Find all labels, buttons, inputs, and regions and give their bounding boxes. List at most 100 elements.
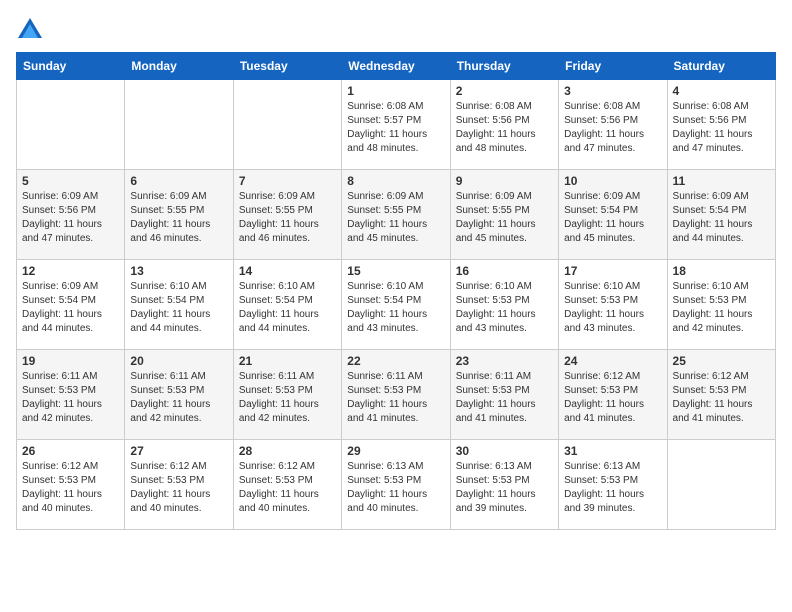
day-cell: 18 Sunrise: 6:10 AM Sunset: 5:53 PM Dayli… bbox=[667, 260, 775, 350]
day-cell: 1 Sunrise: 6:08 AM Sunset: 5:57 PM Daylig… bbox=[342, 80, 450, 170]
day-cell: 27 Sunrise: 6:12 AM Sunset: 5:53 PM Dayli… bbox=[125, 440, 233, 530]
day-number: 16 bbox=[456, 264, 553, 278]
week-row-2: 5 Sunrise: 6:09 AM Sunset: 5:56 PM Daylig… bbox=[17, 170, 776, 260]
day-info: Sunrise: 6:08 AM Sunset: 5:56 PM Dayligh… bbox=[564, 100, 661, 156]
day-cell: 8 Sunrise: 6:09 AM Sunset: 5:55 PM Daylig… bbox=[342, 170, 450, 260]
day-info: Sunrise: 6:12 AM Sunset: 5:53 PM Dayligh… bbox=[673, 370, 770, 426]
day-number: 12 bbox=[22, 264, 119, 278]
day-cell: 13 Sunrise: 6:10 AM Sunset: 5:54 PM Dayli… bbox=[125, 260, 233, 350]
day-info: Sunrise: 6:12 AM Sunset: 5:53 PM Dayligh… bbox=[239, 460, 336, 516]
col-header-monday: Monday bbox=[125, 53, 233, 80]
day-cell: 29 Sunrise: 6:13 AM Sunset: 5:53 PM Dayli… bbox=[342, 440, 450, 530]
col-header-thursday: Thursday bbox=[450, 53, 558, 80]
day-number: 22 bbox=[347, 354, 444, 368]
day-number: 18 bbox=[673, 264, 770, 278]
day-cell: 28Sunrise: 6:12 AM Sunset: 5:53 PM Dayli… bbox=[233, 440, 341, 530]
day-info: Sunrise: 6:10 AM Sunset: 5:54 PM Dayligh… bbox=[347, 280, 444, 336]
col-header-friday: Friday bbox=[559, 53, 667, 80]
day-number: 9 bbox=[456, 174, 553, 188]
day-cell: 19Sunrise: 6:11 AM Sunset: 5:53 PM Dayli… bbox=[17, 350, 125, 440]
day-info: Sunrise: 6:13 AM Sunset: 5:53 PM Dayligh… bbox=[456, 460, 553, 516]
week-row-5: 26 Sunrise: 6:12 AM Sunset: 5:53 PM Dayli… bbox=[17, 440, 776, 530]
day-info: Sunrise: 6:10 AM Sunset: 5:54 PM Dayligh… bbox=[130, 280, 227, 336]
week-row-3: 12 Sunrise: 6:09 AM Sunset: 5:54 PM Dayli… bbox=[17, 260, 776, 350]
day-info: Sunrise: 6:10 AM Sunset: 5:54 PM Dayligh… bbox=[239, 280, 336, 336]
day-cell: 4 Sunrise: 6:08 AM Sunset: 5:56 PM Daylig… bbox=[667, 80, 775, 170]
day-cell: 24 Sunrise: 6:12 AM Sunset: 5:53 PM Dayli… bbox=[559, 350, 667, 440]
col-header-sunday: Sunday bbox=[17, 53, 125, 80]
day-info: Sunrise: 6:11 AM Sunset: 5:53 PM Dayligh… bbox=[347, 370, 444, 426]
logo bbox=[16, 16, 48, 44]
day-cell: 21Sunrise: 6:11 AM Sunset: 5:53 PM Dayli… bbox=[233, 350, 341, 440]
day-info: Sunrise: 6:13 AM Sunset: 5:53 PM Dayligh… bbox=[564, 460, 661, 516]
page-header bbox=[16, 16, 776, 44]
day-info: Sunrise: 6:09 AM Sunset: 5:55 PM Dayligh… bbox=[456, 190, 553, 246]
day-cell: 25 Sunrise: 6:12 AM Sunset: 5:53 PM Dayli… bbox=[667, 350, 775, 440]
day-number: 4 bbox=[673, 84, 770, 98]
week-row-4: 19Sunrise: 6:11 AM Sunset: 5:53 PM Dayli… bbox=[17, 350, 776, 440]
day-number: 29 bbox=[347, 444, 444, 458]
day-info: Sunrise: 6:08 AM Sunset: 5:57 PM Dayligh… bbox=[347, 100, 444, 156]
day-number: 25 bbox=[673, 354, 770, 368]
day-cell: 23 Sunrise: 6:11 AM Sunset: 5:53 PM Dayli… bbox=[450, 350, 558, 440]
col-header-saturday: Saturday bbox=[667, 53, 775, 80]
col-header-wednesday: Wednesday bbox=[342, 53, 450, 80]
day-info: Sunrise: 6:08 AM Sunset: 5:56 PM Dayligh… bbox=[673, 100, 770, 156]
day-cell: 20Sunrise: 6:11 AM Sunset: 5:53 PM Dayli… bbox=[125, 350, 233, 440]
day-cell: 26 Sunrise: 6:12 AM Sunset: 5:53 PM Dayli… bbox=[17, 440, 125, 530]
day-info: Sunrise: 6:12 AM Sunset: 5:53 PM Dayligh… bbox=[22, 460, 119, 516]
day-cell: 2Sunrise: 6:08 AM Sunset: 5:56 PM Daylig… bbox=[450, 80, 558, 170]
day-info: Sunrise: 6:09 AM Sunset: 5:55 PM Dayligh… bbox=[239, 190, 336, 246]
day-number: 13 bbox=[130, 264, 227, 278]
day-number: 30 bbox=[456, 444, 553, 458]
day-cell bbox=[17, 80, 125, 170]
day-info: Sunrise: 6:13 AM Sunset: 5:53 PM Dayligh… bbox=[347, 460, 444, 516]
day-number: 1 bbox=[347, 84, 444, 98]
day-cell: 17Sunrise: 6:10 AM Sunset: 5:53 PM Dayli… bbox=[559, 260, 667, 350]
day-cell: 16 Sunrise: 6:10 AM Sunset: 5:53 PM Dayli… bbox=[450, 260, 558, 350]
day-info: Sunrise: 6:11 AM Sunset: 5:53 PM Dayligh… bbox=[22, 370, 119, 426]
day-info: Sunrise: 6:09 AM Sunset: 5:55 PM Dayligh… bbox=[130, 190, 227, 246]
day-cell: 22 Sunrise: 6:11 AM Sunset: 5:53 PM Dayli… bbox=[342, 350, 450, 440]
day-info: Sunrise: 6:12 AM Sunset: 5:53 PM Dayligh… bbox=[130, 460, 227, 516]
day-cell: 30 Sunrise: 6:13 AM Sunset: 5:53 PM Dayli… bbox=[450, 440, 558, 530]
day-number: 31 bbox=[564, 444, 661, 458]
day-number: 21 bbox=[239, 354, 336, 368]
day-number: 14 bbox=[239, 264, 336, 278]
col-header-tuesday: Tuesday bbox=[233, 53, 341, 80]
day-info: Sunrise: 6:09 AM Sunset: 5:54 PM Dayligh… bbox=[673, 190, 770, 246]
day-info: Sunrise: 6:11 AM Sunset: 5:53 PM Dayligh… bbox=[456, 370, 553, 426]
day-number: 27 bbox=[130, 444, 227, 458]
day-cell: 11 Sunrise: 6:09 AM Sunset: 5:54 PM Dayli… bbox=[667, 170, 775, 260]
day-number: 8 bbox=[347, 174, 444, 188]
day-cell: 9 Sunrise: 6:09 AM Sunset: 5:55 PM Daylig… bbox=[450, 170, 558, 260]
calendar: SundayMondayTuesdayWednesdayThursdayFrid… bbox=[16, 52, 776, 530]
day-info: Sunrise: 6:10 AM Sunset: 5:53 PM Dayligh… bbox=[456, 280, 553, 336]
day-number: 7 bbox=[239, 174, 336, 188]
day-cell bbox=[233, 80, 341, 170]
day-cell: 3 Sunrise: 6:08 AM Sunset: 5:56 PM Daylig… bbox=[559, 80, 667, 170]
day-number: 17 bbox=[564, 264, 661, 278]
day-info: Sunrise: 6:11 AM Sunset: 5:53 PM Dayligh… bbox=[130, 370, 227, 426]
day-number: 5 bbox=[22, 174, 119, 188]
logo-icon bbox=[16, 16, 44, 44]
day-number: 3 bbox=[564, 84, 661, 98]
day-info: Sunrise: 6:09 AM Sunset: 5:54 PM Dayligh… bbox=[22, 280, 119, 336]
day-number: 23 bbox=[456, 354, 553, 368]
day-cell: 10Sunrise: 6:09 AM Sunset: 5:54 PM Dayli… bbox=[559, 170, 667, 260]
day-number: 11 bbox=[673, 174, 770, 188]
day-cell: 14 Sunrise: 6:10 AM Sunset: 5:54 PM Dayli… bbox=[233, 260, 341, 350]
day-cell: 6 Sunrise: 6:09 AM Sunset: 5:55 PM Daylig… bbox=[125, 170, 233, 260]
day-info: Sunrise: 6:10 AM Sunset: 5:53 PM Dayligh… bbox=[673, 280, 770, 336]
day-info: Sunrise: 6:09 AM Sunset: 5:56 PM Dayligh… bbox=[22, 190, 119, 246]
week-row-1: 1 Sunrise: 6:08 AM Sunset: 5:57 PM Daylig… bbox=[17, 80, 776, 170]
day-number: 24 bbox=[564, 354, 661, 368]
day-cell: 15Sunrise: 6:10 AM Sunset: 5:54 PM Dayli… bbox=[342, 260, 450, 350]
day-number: 2 bbox=[456, 84, 553, 98]
day-number: 26 bbox=[22, 444, 119, 458]
day-number: 10 bbox=[564, 174, 661, 188]
day-info: Sunrise: 6:09 AM Sunset: 5:55 PM Dayligh… bbox=[347, 190, 444, 246]
day-number: 6 bbox=[130, 174, 227, 188]
day-cell bbox=[125, 80, 233, 170]
day-info: Sunrise: 6:12 AM Sunset: 5:53 PM Dayligh… bbox=[564, 370, 661, 426]
